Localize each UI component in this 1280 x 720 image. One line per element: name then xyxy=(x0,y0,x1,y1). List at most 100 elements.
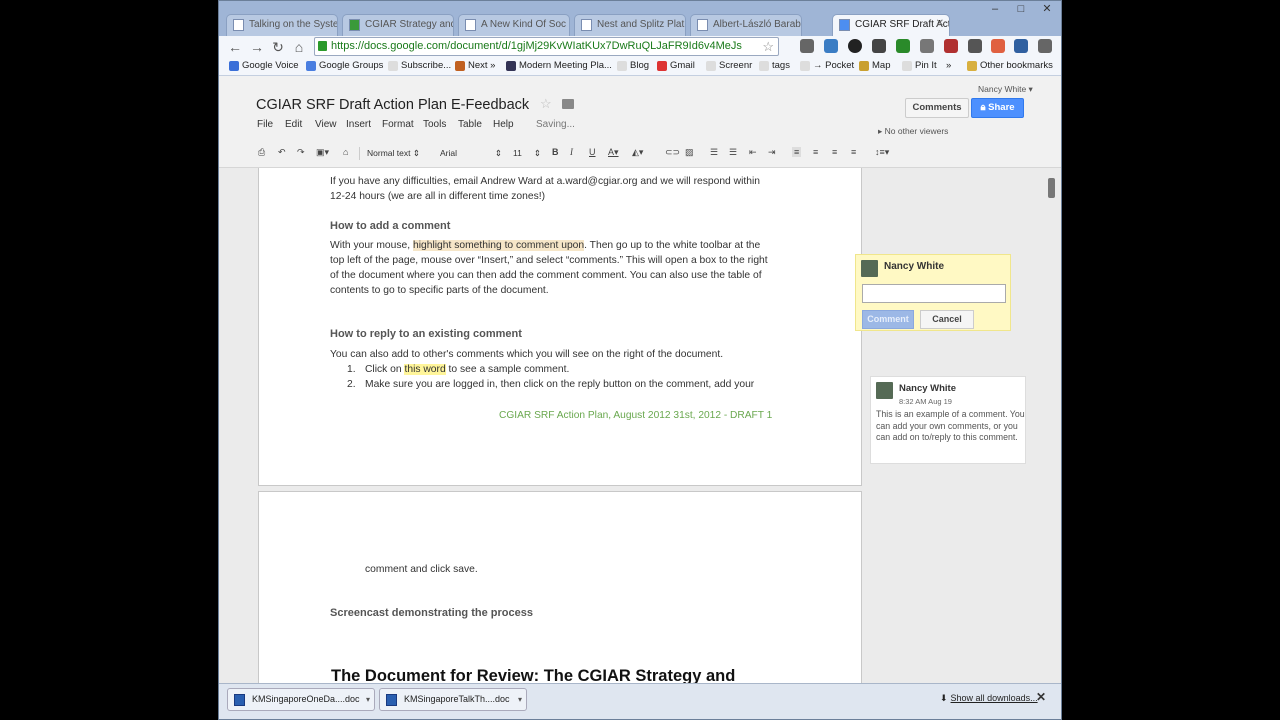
scrollbar[interactable] xyxy=(1046,168,1062,683)
chevron-down-icon[interactable]: ▾ xyxy=(366,689,370,710)
show-all-downloads-link[interactable]: ⬇ Show all downloads... xyxy=(940,693,1038,704)
extension-icon[interactable] xyxy=(848,39,862,53)
image-icon[interactable]: ▨ xyxy=(685,147,694,158)
numbered-list-icon[interactable]: ☰ xyxy=(710,147,718,158)
bookmarks-bar: Google Voice Google Groups Subscribe... … xyxy=(218,58,1062,76)
forward-icon[interactable]: → xyxy=(248,38,266,56)
download-item[interactable]: KMSingaporeTalkTh....doc ▾ xyxy=(379,688,527,711)
menu-tools[interactable]: Tools xyxy=(423,119,446,130)
doc-title[interactable]: CGIAR SRF Draft Action Plan E-Feedback xyxy=(256,97,529,113)
redo-icon[interactable]: ↷ xyxy=(297,147,305,158)
close-tab-icon[interactable]: ✕ xyxy=(936,18,944,29)
comments-button[interactable]: Comments xyxy=(905,98,969,118)
highlight-color-icon[interactable]: ◭▾ xyxy=(632,147,643,158)
text-color-icon[interactable]: A▾ xyxy=(608,147,619,158)
align-left-icon[interactable]: ≡ xyxy=(792,147,802,157)
font-select[interactable]: Arial ⇕ xyxy=(440,146,502,160)
menu-file[interactable]: File xyxy=(257,119,273,130)
line-spacing-icon[interactable]: ↕≡▾ xyxy=(875,147,889,158)
align-right-icon[interactable]: ≡ xyxy=(832,147,837,157)
bookmark-item[interactable]: Map xyxy=(859,60,890,71)
back-icon[interactable]: ← xyxy=(226,38,244,56)
extension-icon[interactable] xyxy=(824,39,838,53)
extension-icon[interactable] xyxy=(944,39,958,53)
reload-icon[interactable]: ↻ xyxy=(269,38,287,56)
new-comment-box: Nancy White Comment Cancel xyxy=(855,254,1011,331)
close-window-button[interactable]: ✕ xyxy=(1034,0,1060,18)
other-bookmarks[interactable]: Other bookmarks xyxy=(967,60,1053,71)
link-icon[interactable]: ⊂⊃ xyxy=(665,147,680,158)
tab-2[interactable]: CGIAR Strategy and xyxy=(342,14,454,36)
style-select[interactable]: Normal text ⇕ xyxy=(367,146,433,160)
bookmark-item[interactable]: → Pocket xyxy=(800,60,854,71)
bookmark-item[interactable]: Modern Meeting Pla... xyxy=(506,60,612,71)
size-select[interactable]: 11 ⇕ xyxy=(513,146,541,160)
underline-icon[interactable]: U xyxy=(589,147,596,157)
submit-comment-button[interactable]: Comment xyxy=(862,310,914,329)
menu-insert[interactable]: Insert xyxy=(346,119,371,130)
menu-format[interactable]: Format xyxy=(382,119,414,130)
list-item: Make sure you are logged in, then click … xyxy=(365,379,755,390)
italic-icon[interactable]: I xyxy=(570,147,573,157)
extension-icon[interactable] xyxy=(1014,39,1028,53)
menu-table[interactable]: Table xyxy=(458,119,482,130)
extension-icon[interactable] xyxy=(872,39,886,53)
extension-icon[interactable] xyxy=(991,39,1005,53)
undo-icon[interactable]: ↶ xyxy=(278,147,286,158)
print-icon[interactable]: ⎙ xyxy=(258,147,265,158)
bookmark-item[interactable]: Pin It xyxy=(902,60,937,71)
extension-icon[interactable] xyxy=(968,39,982,53)
document-page[interactable]: If you have any difficulties, email Andr… xyxy=(258,168,862,486)
tab-5[interactable]: Albert-László Barab xyxy=(690,14,802,36)
address-bar[interactable]: https://docs.google.com/document/d/1gjMj… xyxy=(314,37,779,56)
folder-icon[interactable] xyxy=(562,99,574,109)
tab-1[interactable]: Talking on the Syste xyxy=(226,14,338,36)
bulleted-list-icon[interactable]: ☰ xyxy=(729,147,737,158)
wrench-icon[interactable] xyxy=(1038,39,1052,53)
bookmark-star-icon[interactable]: ☆ xyxy=(762,38,774,55)
bookmark-item[interactable]: Gmail xyxy=(657,60,695,71)
paragraph: of the document where you can then add t… xyxy=(330,270,762,281)
menu-edit[interactable]: Edit xyxy=(285,119,302,130)
home-icon[interactable]: ⌂ xyxy=(290,38,308,56)
extension-icon[interactable] xyxy=(896,39,910,53)
document-page[interactable]: comment and click save. Screencast demon… xyxy=(258,491,862,683)
bookmark-item[interactable]: Google Groups xyxy=(306,60,383,71)
bookmark-item[interactable]: Google Voice xyxy=(229,60,299,71)
close-icon[interactable]: ✕ xyxy=(1036,690,1046,704)
increase-indent-icon[interactable]: ⇥ xyxy=(768,147,776,158)
extension-icon[interactable] xyxy=(800,39,814,53)
bold-icon[interactable]: B xyxy=(552,147,559,157)
user-account[interactable]: Nancy White ▾ xyxy=(978,84,1033,95)
bookmark-item[interactable]: Next » xyxy=(455,60,495,71)
scrollbar-thumb[interactable] xyxy=(1048,178,1055,198)
star-icon[interactable]: ☆ xyxy=(540,96,552,112)
spellcheck-icon[interactable]: ▣▾ xyxy=(316,147,329,158)
minimize-button[interactable]: – xyxy=(982,0,1008,18)
bookmark-item[interactable]: Blog xyxy=(617,60,649,71)
maximize-button[interactable]: □ xyxy=(1008,0,1034,18)
download-item[interactable]: KMSingaporeOneDa....doc ▾ xyxy=(227,688,375,711)
menu-help[interactable]: Help xyxy=(493,119,514,130)
extension-icon[interactable] xyxy=(920,39,934,53)
paint-format-icon[interactable]: ⌂ xyxy=(343,147,348,157)
tab-4[interactable]: Nest and Splitz Plat xyxy=(574,14,686,36)
comment-card[interactable]: Nancy White 8:32 AM Aug 19 This is an ex… xyxy=(870,376,1026,464)
highlighted-text[interactable]: highlight something to comment upon xyxy=(412,240,585,251)
bookmark-item[interactable]: Subscribe... xyxy=(388,60,451,71)
heading-add-comment: How to add a comment xyxy=(330,220,451,232)
justify-icon[interactable]: ≡ xyxy=(851,147,856,157)
align-center-icon[interactable]: ≡ xyxy=(813,147,818,157)
tab-3[interactable]: A New Kind Of Soc xyxy=(458,14,570,36)
comment-anchor[interactable]: this word xyxy=(404,364,446,375)
comment-input[interactable] xyxy=(862,284,1006,303)
tab-active[interactable]: CGIAR SRF Draft Actio ✕ xyxy=(832,14,950,36)
bookmarks-overflow[interactable]: » xyxy=(946,60,951,71)
bookmark-item[interactable]: tags xyxy=(759,60,790,71)
bookmark-item[interactable]: Screenr xyxy=(706,60,752,71)
decrease-indent-icon[interactable]: ⇤ xyxy=(749,147,757,158)
cancel-comment-button[interactable]: Cancel xyxy=(920,310,974,329)
menu-view[interactable]: View xyxy=(315,119,337,130)
share-button[interactable]: 🔒︎ Share xyxy=(971,98,1024,118)
chevron-down-icon[interactable]: ▾ xyxy=(518,689,522,710)
